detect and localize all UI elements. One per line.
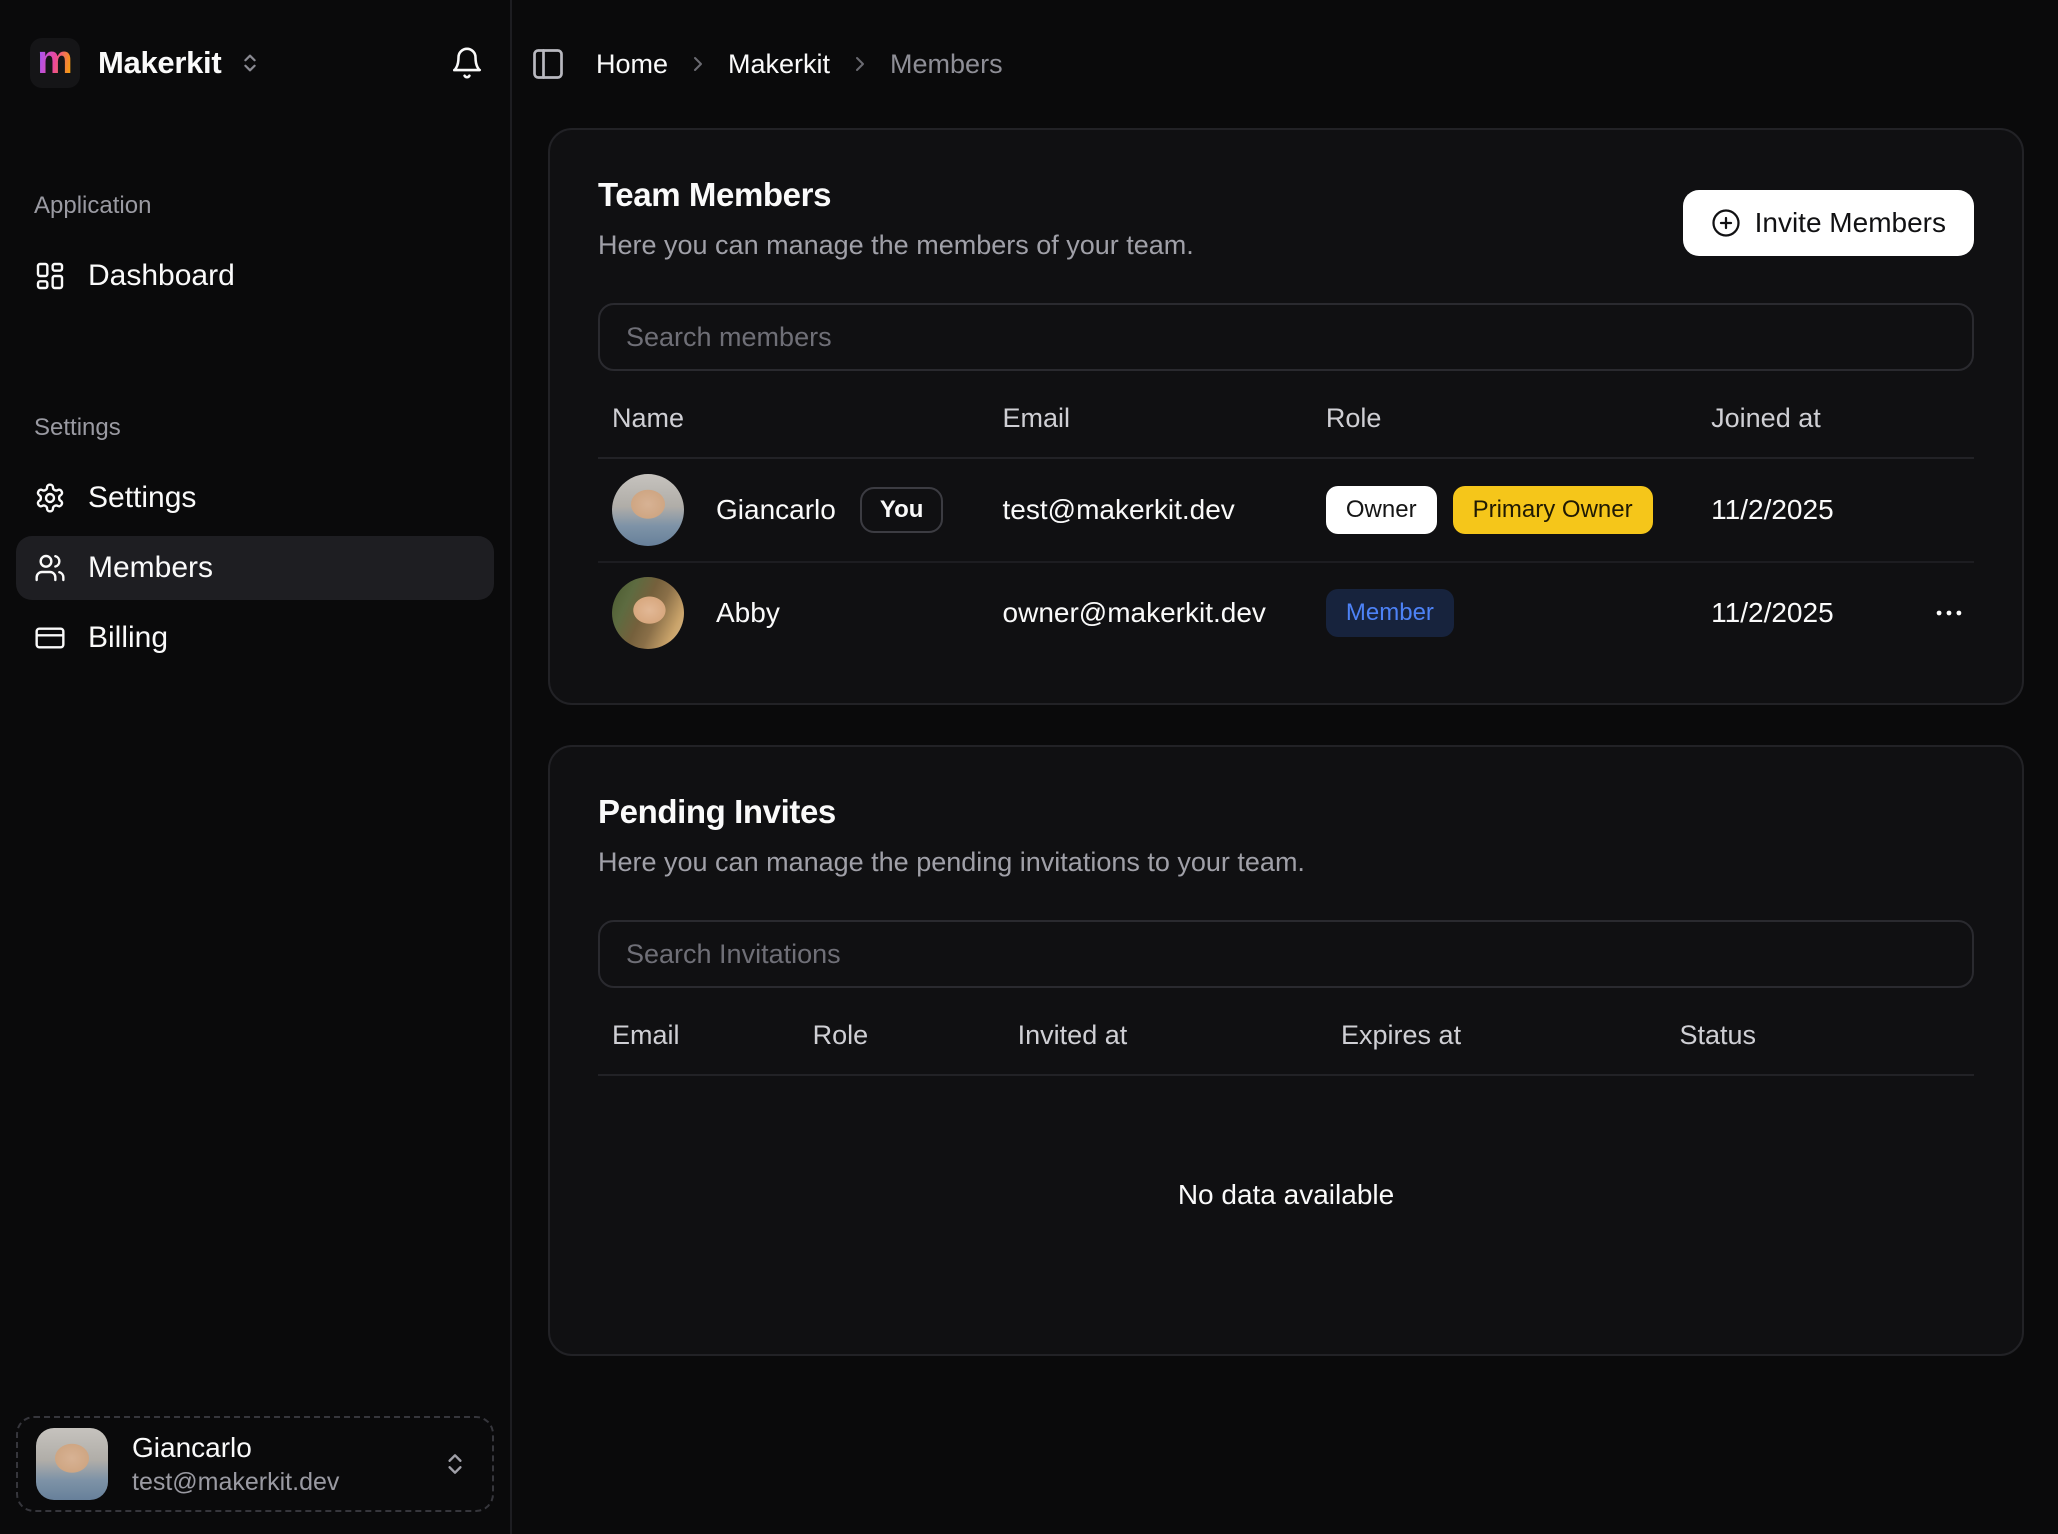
member-joined-at: 11/2/2025 [1711,494,1914,526]
table-row: Giancarlo You test@makerkit.dev Owner Pr… [598,459,1974,561]
chevron-right-icon [848,52,872,76]
empty-state-text: No data available [598,1076,1974,1314]
chevron-right-icon [686,52,710,76]
sidebar-item-label: Billing [88,621,168,655]
breadcrumb-makerkit[interactable]: Makerkit [728,49,830,80]
column-header-role: Role [813,1020,1018,1051]
sidebar-nav: Application Dashboard Settings Settings [0,192,510,676]
app-window: m Makerkit Application Dashboard Setting… [0,0,2058,1534]
row-actions-menu-button[interactable] [1924,588,1974,638]
sidebar: m Makerkit Application Dashboard Setting… [0,0,512,1534]
members-table: Name Email Role Joined at Giancarlo You … [598,379,1974,663]
breadcrumb: Home Makerkit Members [596,49,1003,80]
column-header-invited-at: Invited at [1018,1020,1341,1051]
avatar [36,1428,108,1500]
sidebar-footer: Giancarlo test@makerkit.dev [0,1416,510,1534]
pending-invites-card: Pending Invites Here you can manage the … [548,745,2024,1356]
invite-members-button[interactable]: Invite Members [1683,190,1974,256]
sidebar-item-label: Members [88,551,213,585]
you-badge: You [860,487,944,533]
team-members-card: Team Members Here you can manage the mem… [548,128,2024,705]
circle-plus-icon [1711,208,1741,238]
sidebar-item-settings[interactable]: Settings [16,466,494,530]
invite-members-label: Invite Members [1755,207,1946,239]
bell-icon[interactable] [450,46,484,80]
table-row: Abby owner@makerkit.dev Member 11/2/2025 [598,561,1974,663]
chevrons-up-down-icon [442,1451,468,1477]
nav-section-application: Application [34,192,494,220]
breadcrumb-home[interactable]: Home [596,49,668,80]
sidebar-item-label: Settings [88,481,196,515]
card-title: Pending Invites [598,793,1974,831]
sidebar-item-members[interactable]: Members [16,536,494,600]
role-badge-member: Member [1326,589,1454,637]
gear-icon [34,482,66,514]
chevrons-up-down-icon[interactable] [239,52,261,74]
main-content: Home Makerkit Members Team Members Here … [512,0,2058,1534]
column-header-joined: Joined at [1711,403,1914,434]
column-header-expires-at: Expires at [1341,1020,1679,1051]
credit-card-icon [34,622,66,654]
workspace-name: Makerkit [98,45,221,81]
account-email: test@makerkit.dev [132,1468,339,1497]
sidebar-header: m Makerkit [0,0,510,88]
member-email: test@makerkit.dev [1003,494,1326,526]
sidebar-item-label: Dashboard [88,259,235,293]
nav-section-settings: Settings [34,414,494,442]
search-members-input[interactable] [598,303,1974,371]
invites-table: Email Role Invited at Expires at Status … [598,996,1974,1314]
member-joined-at: 11/2/2025 [1711,597,1914,629]
member-name: Abby [716,597,780,629]
account-menu-trigger[interactable]: Giancarlo test@makerkit.dev [16,1416,494,1512]
member-email: owner@makerkit.dev [1003,597,1326,629]
member-name: Giancarlo [716,494,836,526]
role-badge-primary-owner: Primary Owner [1453,486,1653,534]
column-header-email: Email [598,1020,813,1051]
logo-letter: m [37,40,73,80]
users-icon [34,552,66,584]
account-name: Giancarlo [132,1432,339,1464]
card-description: Here you can manage the members of your … [598,230,1683,261]
sidebar-item-dashboard[interactable]: Dashboard [16,244,494,308]
column-header-email: Email [1003,403,1326,434]
members-table-header: Name Email Role Joined at [598,379,1974,459]
avatar [612,577,684,649]
sidebar-toggle-icon[interactable] [530,46,566,82]
card-description: Here you can manage the pending invitati… [598,847,1974,878]
column-header-name: Name [598,403,1003,434]
invites-table-header: Email Role Invited at Expires at Status [598,996,1974,1076]
role-badge-owner: Owner [1326,486,1437,534]
topbar: Home Makerkit Members [526,0,2024,128]
makerkit-logo: m [30,38,80,88]
column-header-status: Status [1680,1020,1975,1051]
avatar [612,474,684,546]
column-header-role: Role [1326,403,1711,434]
search-invitations-input[interactable] [598,920,1974,988]
card-title: Team Members [598,176,1683,214]
dashboard-icon [34,260,66,292]
sidebar-item-billing[interactable]: Billing [16,606,494,670]
breadcrumb-members: Members [890,49,1003,80]
